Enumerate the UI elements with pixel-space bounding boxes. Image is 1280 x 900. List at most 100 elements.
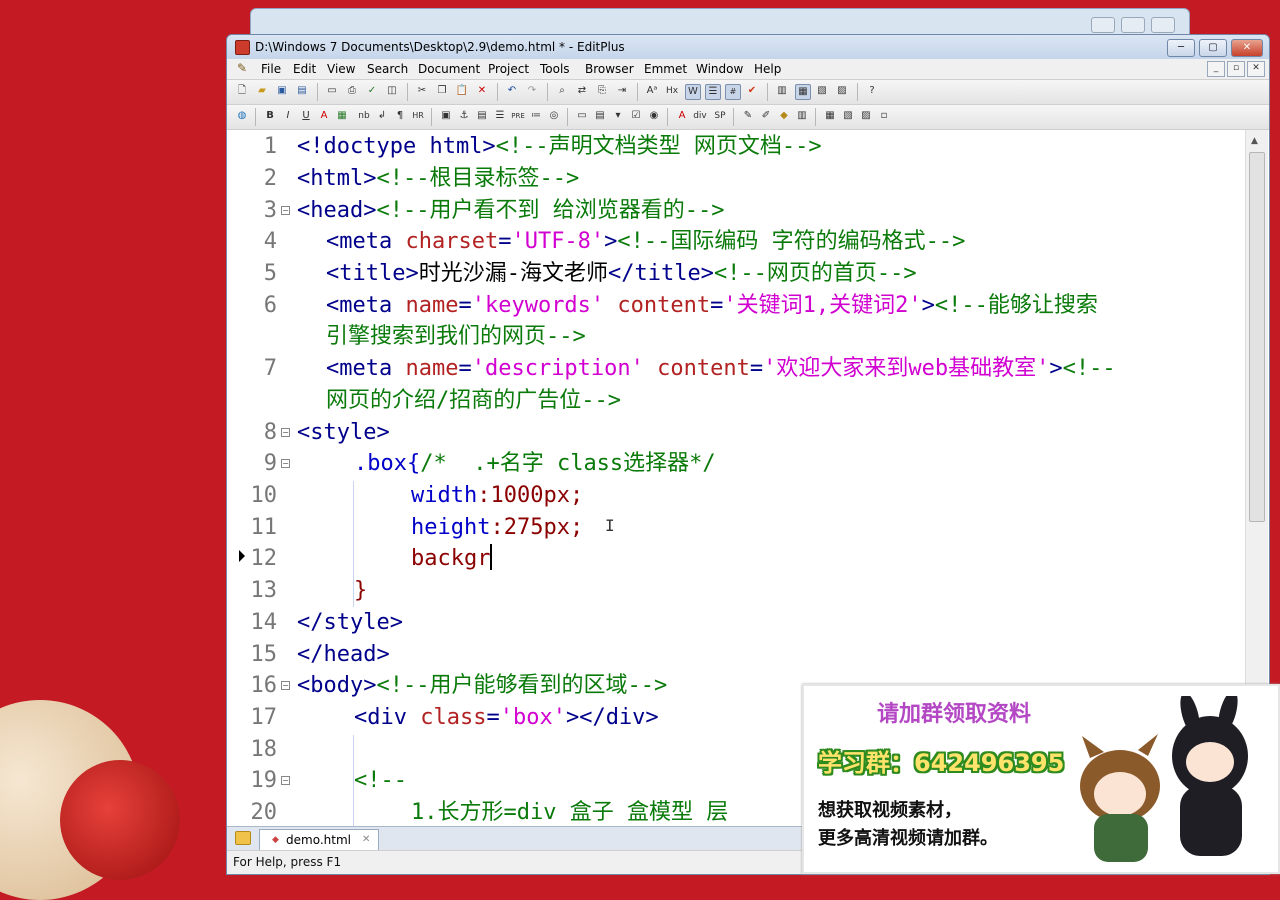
print-icon[interactable]: ⎙ bbox=[345, 84, 359, 98]
image-icon[interactable]: ▣ bbox=[439, 109, 453, 123]
checkbox-icon[interactable]: ☑ bbox=[629, 109, 643, 123]
menu-file[interactable]: File bbox=[261, 62, 281, 76]
tab-close-icon[interactable]: ✕ bbox=[362, 830, 370, 850]
font-color-icon[interactable]: A bbox=[317, 109, 331, 123]
new-file-icon[interactable]: 🗋 bbox=[235, 84, 249, 98]
document-close-button[interactable]: ✕ bbox=[1247, 61, 1265, 77]
pre-icon[interactable]: PRE bbox=[511, 109, 525, 123]
code-token: class bbox=[420, 705, 487, 730]
cartoon-characters-illustration bbox=[1080, 696, 1248, 862]
line-number-icon[interactable]: # bbox=[725, 84, 741, 100]
document-restore-button[interactable]: ▫ bbox=[1227, 61, 1245, 77]
tab-demo-html[interactable]: ◆ demo.html ✕ bbox=[259, 829, 379, 850]
folder-icon[interactable] bbox=[235, 831, 251, 845]
fold-toggle-icon[interactable]: − bbox=[281, 681, 290, 690]
undo-icon[interactable]: ↶ bbox=[505, 84, 519, 98]
close-button[interactable]: ✕ bbox=[1231, 39, 1263, 57]
radio-icon[interactable]: ◉ bbox=[647, 109, 661, 123]
panel-icon[interactable]: ▫ bbox=[877, 109, 891, 123]
applet-icon[interactable]: ◆ bbox=[777, 109, 791, 123]
spellcheck-icon[interactable]: ✓ bbox=[365, 84, 379, 98]
menu-browser[interactable]: Browser bbox=[585, 62, 634, 76]
anchor-icon[interactable]: ⚓ bbox=[457, 109, 471, 123]
minimize-button[interactable]: ─ bbox=[1167, 39, 1195, 57]
find-icon[interactable]: ⌕ bbox=[555, 84, 569, 98]
menu-view[interactable]: View bbox=[327, 62, 355, 76]
edit-icon[interactable]: ✎ bbox=[741, 109, 755, 123]
document-minimize-button[interactable]: _ bbox=[1207, 61, 1225, 77]
promo-overlay: 请加群领取资料 学习群：642496395 想获取视频素材， 更多高清视频请加群… bbox=[802, 684, 1280, 874]
frame-icon[interactable]: ▦ bbox=[823, 109, 837, 123]
comment-icon[interactable]: ◎ bbox=[547, 109, 561, 123]
scrollbar-thumb[interactable] bbox=[1249, 152, 1265, 522]
print-preview-icon[interactable]: ▭ bbox=[325, 84, 339, 98]
span-icon[interactable]: SP bbox=[713, 109, 727, 123]
minimize-button[interactable] bbox=[1091, 17, 1115, 33]
fold-toggle-icon[interactable]: − bbox=[281, 428, 290, 437]
menu-document[interactable]: Document bbox=[418, 62, 480, 76]
save-icon[interactable]: ▣ bbox=[275, 84, 289, 98]
globe-icon[interactable]: ◍ bbox=[235, 109, 249, 123]
menu-project[interactable]: Project bbox=[488, 62, 529, 76]
ruler-icon[interactable]: ☰ bbox=[705, 84, 721, 100]
list-icon[interactable]: ☰ bbox=[493, 109, 507, 123]
paragraph-icon[interactable]: ¶ bbox=[393, 109, 407, 123]
cut-icon[interactable]: ✂ bbox=[415, 84, 429, 98]
open-folder-icon[interactable]: ▰ bbox=[255, 84, 269, 98]
paste-icon[interactable]: 📋 bbox=[455, 84, 469, 98]
fold-toggle-icon[interactable]: − bbox=[281, 206, 290, 215]
nbsp-icon[interactable]: nb bbox=[357, 109, 371, 123]
maximize-button[interactable] bbox=[1121, 17, 1145, 33]
underline-icon[interactable]: U bbox=[299, 109, 313, 123]
div-icon[interactable]: div bbox=[693, 109, 707, 123]
directory-icon[interactable]: ▦ bbox=[795, 84, 811, 100]
code-line-15: </head> bbox=[297, 642, 390, 667]
line-break-icon[interactable]: ↲ bbox=[375, 109, 389, 123]
word-wrap-icon[interactable]: W bbox=[685, 84, 701, 100]
cliptext-icon[interactable]: ▥ bbox=[775, 84, 789, 98]
browser-icon[interactable]: ▨ bbox=[835, 84, 849, 98]
menu-search[interactable]: Search bbox=[367, 62, 408, 76]
bold-icon[interactable]: B bbox=[263, 109, 277, 123]
goto-line-icon[interactable]: ⇥ bbox=[615, 84, 629, 98]
object-icon[interactable]: ▧ bbox=[841, 109, 855, 123]
hex-viewer-icon[interactable]: Hx bbox=[665, 84, 679, 98]
textarea-icon[interactable]: ▤ bbox=[593, 109, 607, 123]
horizontal-rule-icon[interactable]: HR bbox=[411, 109, 425, 123]
scroll-up-icon[interactable]: ▲ bbox=[1251, 136, 1258, 146]
replace-icon[interactable]: ⇄ bbox=[575, 84, 589, 98]
redo-icon[interactable]: ↷ bbox=[525, 84, 539, 98]
html-toolbar-icon[interactable]: ◫ bbox=[385, 84, 399, 98]
style-icon[interactable]: A bbox=[675, 109, 689, 123]
script-icon[interactable]: ✐ bbox=[759, 109, 773, 123]
menu-edit[interactable]: Edit bbox=[293, 62, 316, 76]
code-token: 'description' bbox=[471, 356, 644, 381]
copy-icon[interactable]: ❐ bbox=[435, 84, 449, 98]
select-icon[interactable]: ▾ bbox=[611, 109, 625, 123]
preview-icon[interactable]: ▥ bbox=[795, 109, 809, 123]
save-all-icon[interactable]: ▤ bbox=[295, 84, 309, 98]
font-icon[interactable]: Aᵃ bbox=[645, 84, 659, 98]
current-line-marker-icon bbox=[239, 550, 245, 562]
menu-help[interactable]: Help bbox=[754, 62, 781, 76]
menu-window[interactable]: Window bbox=[696, 62, 743, 76]
menu-tools[interactable]: Tools bbox=[540, 62, 570, 76]
form-icon[interactable]: ▭ bbox=[575, 109, 589, 123]
find-in-files-icon[interactable]: ⎘ bbox=[595, 84, 609, 98]
check-mark-icon[interactable]: ✔ bbox=[745, 84, 759, 98]
ordered-list-icon[interactable]: ≔ bbox=[529, 109, 543, 123]
color-picker-icon[interactable]: ▦ bbox=[335, 109, 349, 123]
italic-icon[interactable]: I bbox=[281, 109, 295, 123]
help-pointer-icon[interactable]: ? bbox=[865, 84, 879, 98]
table-icon[interactable]: ▤ bbox=[475, 109, 489, 123]
delete-icon[interactable]: ✕ bbox=[475, 84, 489, 98]
fold-toggle-icon[interactable]: − bbox=[281, 459, 290, 468]
maximize-button[interactable]: ▢ bbox=[1199, 39, 1227, 57]
close-button[interactable] bbox=[1151, 17, 1175, 33]
toolbar-separator bbox=[317, 83, 318, 101]
menu-emmet[interactable]: Emmet bbox=[644, 62, 687, 76]
layer-icon[interactable]: ▨ bbox=[859, 109, 873, 123]
fold-toggle-icon[interactable]: − bbox=[281, 776, 290, 785]
output-window-icon[interactable]: ▧ bbox=[815, 84, 829, 98]
